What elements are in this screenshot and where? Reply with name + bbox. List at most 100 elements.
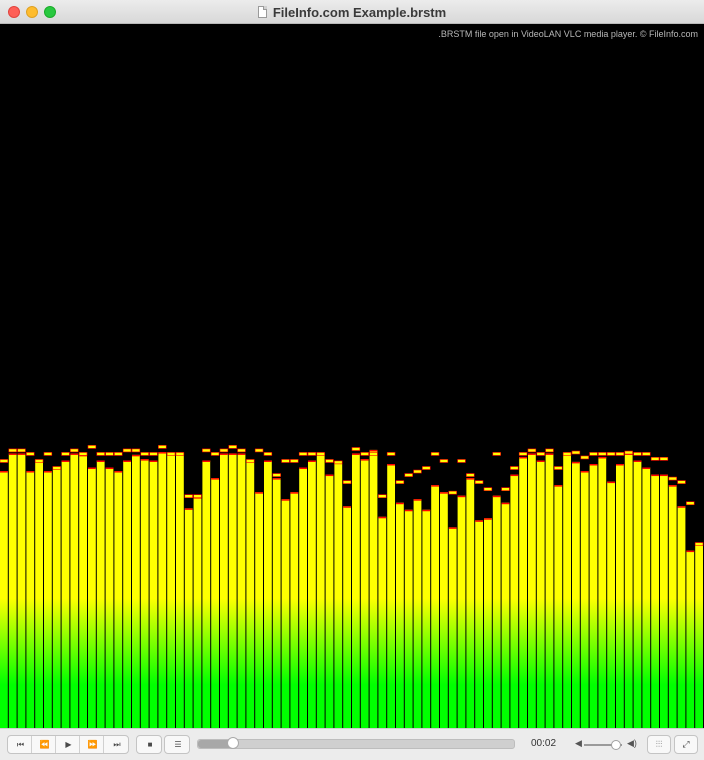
stop-button[interactable]: ■ — [137, 736, 161, 753]
spectrum-bar — [545, 453, 554, 728]
seek-handle[interactable] — [226, 737, 239, 749]
spectrum-bar-edge — [431, 485, 439, 487]
next-button[interactable]: ⏭ — [104, 736, 128, 753]
spectrum-peak — [202, 448, 211, 453]
spectrum-peak — [122, 448, 132, 453]
spectrum-peak — [624, 450, 633, 455]
spectrum-bar — [501, 502, 510, 728]
spectrum-bar — [79, 454, 87, 728]
spectrum-bar-edge — [686, 550, 695, 553]
spectrum-peak — [307, 452, 317, 456]
spectrum-bar — [316, 453, 325, 728]
spectrum-peak — [395, 480, 405, 484]
spectrum-bar — [52, 467, 61, 728]
spectrum-bar — [299, 467, 307, 728]
spectrum-bar — [8, 453, 17, 728]
stop-control: ■ — [136, 735, 162, 754]
spectrum-bar-edge — [501, 502, 510, 505]
spectrum-peak — [386, 452, 396, 456]
spectrum-bar-edge — [96, 460, 105, 462]
playlist-button[interactable]: ☰ — [165, 736, 189, 753]
volume-low-icon[interactable]: ◀ — [575, 738, 582, 749]
play-button[interactable]: ▶ — [56, 736, 80, 753]
spectrum-peak — [105, 452, 114, 456]
seek-bar[interactable] — [197, 737, 515, 749]
spectrum-bar — [44, 471, 52, 728]
fast-forward-button[interactable]: ⏩ — [80, 736, 104, 753]
fullscreen-button[interactable]: ⤢ — [674, 735, 698, 754]
spectrum-peak — [0, 459, 9, 463]
fast-forward-icon: ⏩ — [87, 740, 98, 749]
spectrum-peak — [351, 447, 361, 451]
volume-high-icon[interactable]: ◀) — [627, 738, 637, 749]
spectrum-peak — [659, 457, 669, 461]
spectrum-bar-edge — [466, 478, 475, 480]
spectrum-peak — [686, 501, 695, 506]
spectrum-bar-edge — [616, 464, 624, 466]
rewind-button[interactable]: ⏪ — [32, 736, 56, 753]
fullscreen-icon: ⤢ — [682, 739, 690, 749]
spectrum-peak — [342, 480, 352, 484]
spectrum-bar — [413, 499, 422, 728]
spectrum-bar-edge — [272, 478, 281, 480]
spectrum-bar — [202, 460, 211, 728]
previous-button[interactable]: ⏮ — [8, 736, 32, 753]
spectrum-peak — [492, 452, 501, 456]
spectrum-bar — [255, 492, 263, 728]
spectrum-bar-edge — [545, 453, 554, 455]
spectrum-visualization — [0, 445, 704, 728]
spectrum-bar-edge — [580, 471, 589, 473]
spectrum-bar — [360, 459, 369, 728]
spectrum-bar — [448, 527, 457, 728]
spectrum-bar — [572, 461, 580, 728]
spectrum-peak — [668, 476, 677, 481]
spectrum-bar-edge — [668, 485, 677, 487]
spectrum-bar-edge — [598, 456, 607, 459]
spectrum-bar-edge — [132, 454, 140, 457]
video-area[interactable]: .BRSTM file open in VideoLAN VLC media p… — [0, 24, 704, 728]
spectrum-bar-edge — [642, 467, 651, 470]
spectrum-bar-edge — [343, 506, 351, 508]
playlist-icon: ☰ — [174, 740, 181, 749]
playlist-control: ☰ — [164, 735, 190, 754]
spectrum-bar — [193, 497, 202, 728]
spectrum-bar-edge — [0, 471, 8, 473]
spectrum-bar — [440, 492, 448, 728]
spectrum-bar — [228, 453, 237, 728]
spectrum-bar-edge — [114, 471, 123, 473]
spectrum-bar-edge — [88, 467, 96, 470]
spectrum-bar — [246, 460, 255, 728]
spectrum-bar — [158, 452, 167, 728]
spectrum-peak — [193, 494, 202, 498]
equalizer-button[interactable]: ⫶⫶⫶ — [647, 735, 671, 754]
elapsed-time: 00:02 — [531, 738, 557, 749]
spectrum-bar-edge — [61, 460, 70, 462]
spectrum-bar-edge — [360, 459, 369, 461]
spectrum-peak — [166, 452, 176, 456]
spectrum-peak — [61, 452, 70, 456]
spectrum-bar-edge — [519, 456, 527, 459]
spectrum-bar-edge — [387, 464, 395, 466]
spectrum-peak — [694, 542, 704, 546]
spectrum-bar — [668, 485, 677, 728]
spectrum-bar — [264, 460, 272, 728]
spectrum-peak — [615, 452, 625, 456]
equalizer-icon: ⫶⫶⫶ — [655, 739, 663, 749]
spectrum-bar-edge — [220, 453, 228, 455]
spectrum-peak — [237, 448, 246, 453]
spectrum-bar — [220, 453, 228, 728]
spectrum-bar-edge — [528, 453, 536, 455]
spectrum-bar-edge — [202, 460, 211, 462]
spectrum-peak — [52, 466, 61, 470]
spectrum-peak — [642, 452, 651, 456]
spectrum-peak — [246, 459, 255, 463]
spectrum-bar-edge — [299, 467, 307, 470]
spectrum-peak — [369, 452, 378, 456]
spectrum-bar-edge — [457, 495, 466, 498]
volume-slider[interactable] — [584, 740, 622, 750]
spectrum-peak — [510, 466, 519, 470]
spectrum-bar-edge — [26, 471, 35, 473]
spectrum-bar — [457, 495, 466, 728]
volume-handle[interactable] — [611, 740, 622, 750]
spectrum-bar-edge — [290, 492, 299, 494]
